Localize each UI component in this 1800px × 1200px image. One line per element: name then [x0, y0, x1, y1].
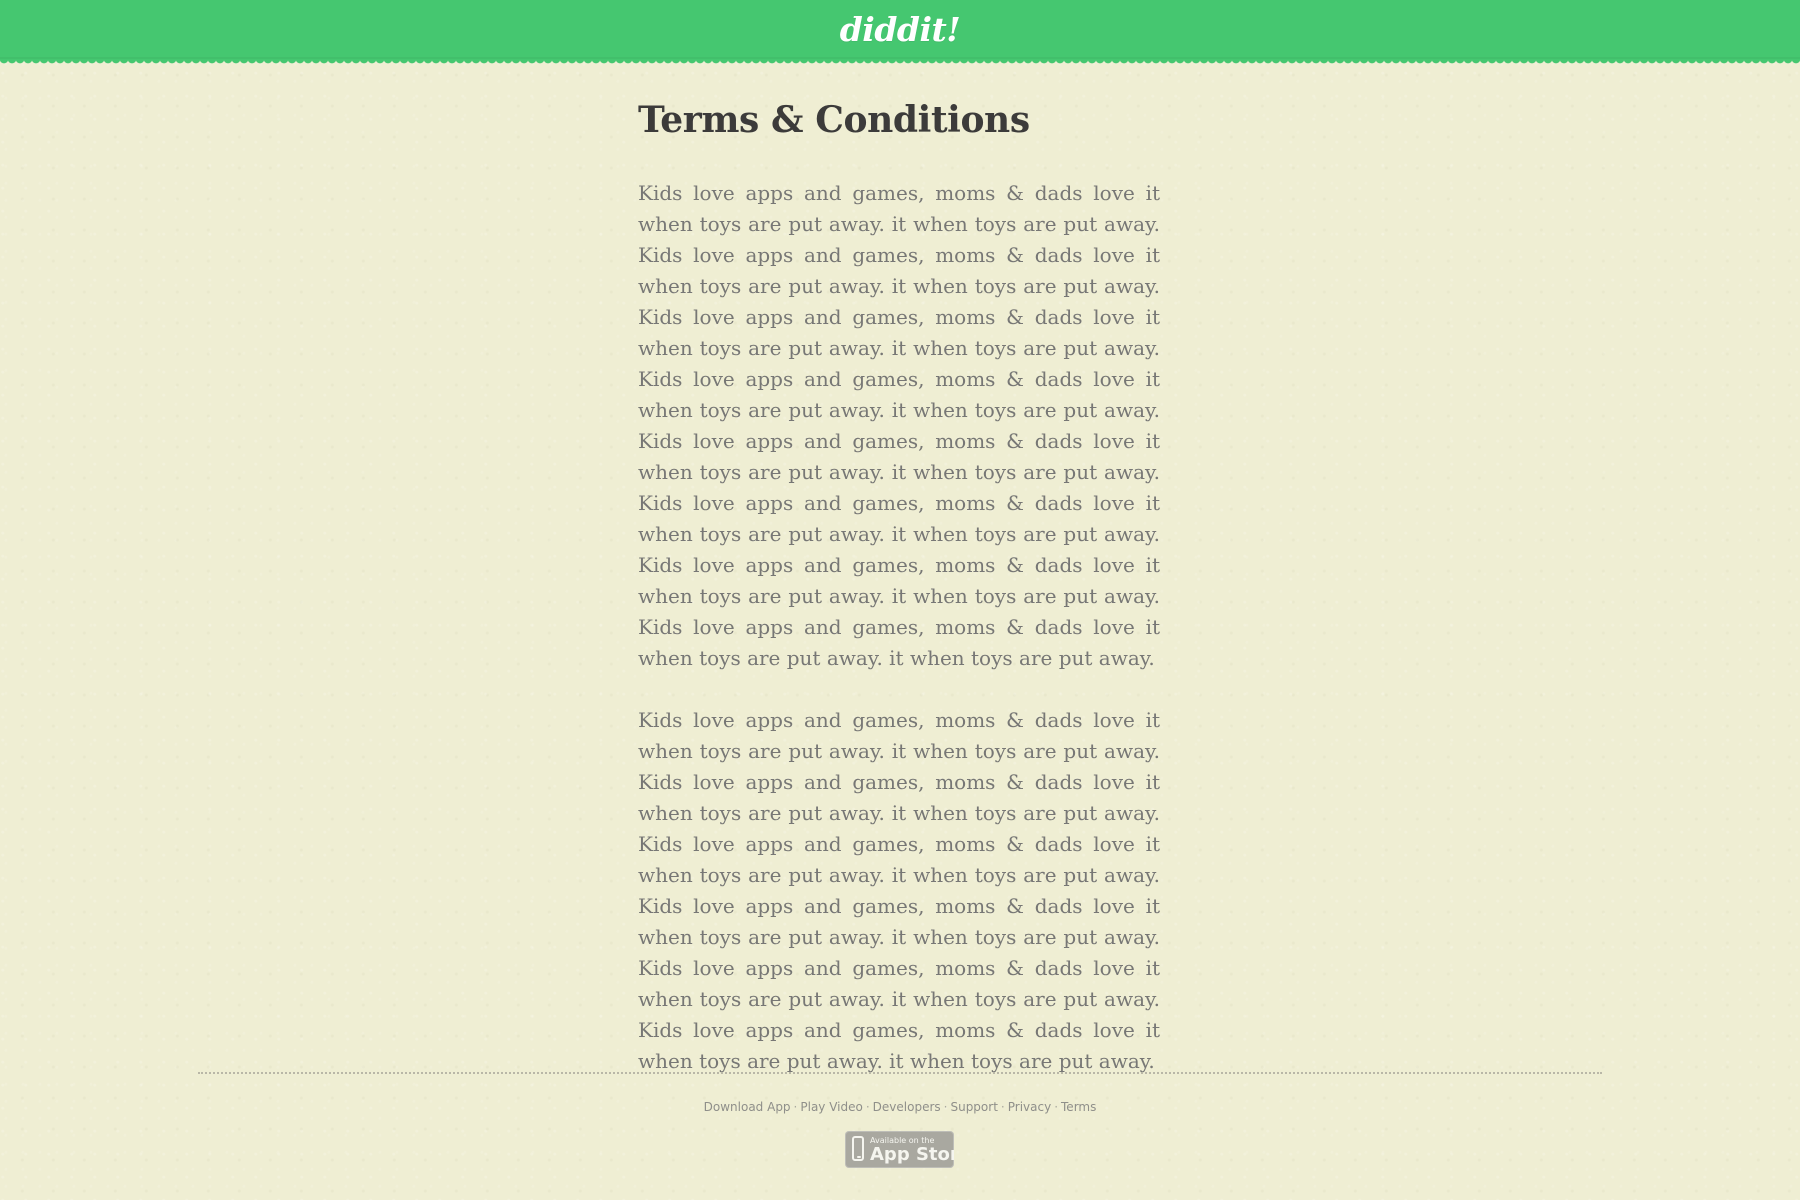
support-link[interactable]: Support — [950, 1100, 997, 1114]
terms-paragraph-1: Kids love apps and games, moms & dads lo… — [638, 181, 1160, 670]
app-store-label: App Store — [870, 1144, 954, 1165]
developers-link[interactable]: Developers — [873, 1100, 941, 1114]
footer-separator: · — [865, 1100, 870, 1114]
privacy-link[interactable]: Privacy — [1008, 1100, 1051, 1114]
header-scalloped-edge — [0, 59, 1800, 67]
footer-separator: · — [793, 1100, 798, 1114]
terms-content: Terms & Conditions Kids love apps and ga… — [638, 96, 1160, 1108]
footer-separator: · — [1000, 1100, 1005, 1114]
brand-logo[interactable]: diddit! — [0, 6, 1800, 54]
footer-separator: · — [1054, 1100, 1059, 1114]
play-video-link[interactable]: Play Video — [800, 1100, 862, 1114]
site-header: diddit! — [0, 0, 1800, 59]
app-store-badge[interactable]: Available on the App Store — [845, 1131, 954, 1168]
page-title: Terms & Conditions — [638, 99, 1030, 141]
terms-paragraph-2: Kids love apps and games, moms & dads lo… — [638, 708, 1160, 1073]
phone-icon — [852, 1136, 864, 1161]
footer-separator: · — [943, 1100, 948, 1114]
footer-navigation: Download App · Play Video · Developers · Suppo… — [0, 1099, 1800, 1115]
footer-dotted-divider — [198, 1072, 1602, 1075]
terms-link[interactable]: Terms — [1061, 1100, 1096, 1114]
download-app-link[interactable]: Download App — [704, 1100, 791, 1114]
